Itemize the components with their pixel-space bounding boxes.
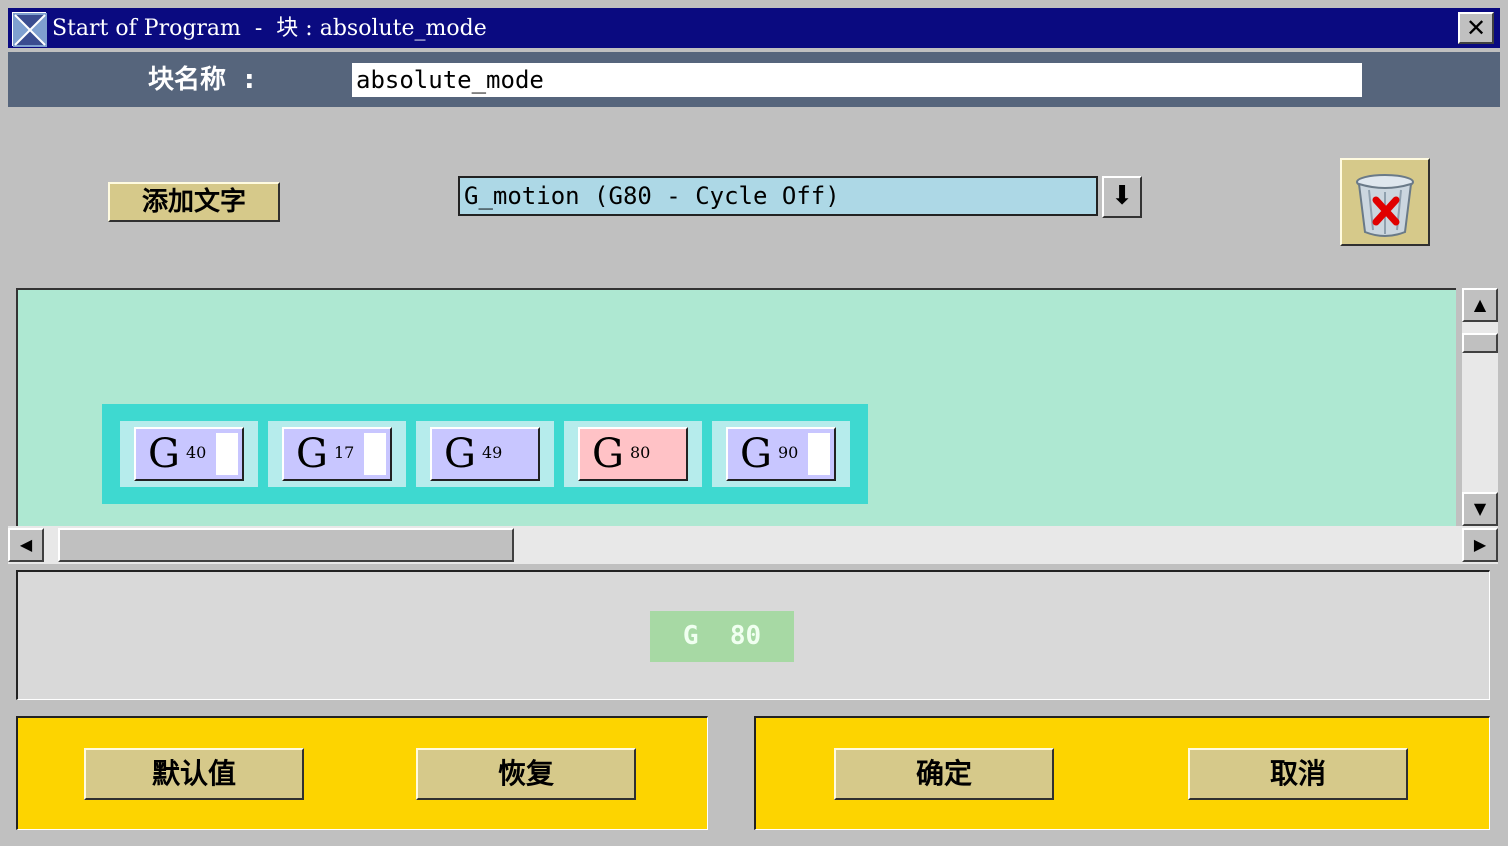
- dropdown-arrow-icon[interactable]: ⬇: [1102, 176, 1142, 218]
- word-value-box: [808, 433, 830, 475]
- block-name-input[interactable]: absolute_mode: [352, 63, 1362, 97]
- scroll-up-icon[interactable]: ▲: [1462, 288, 1498, 322]
- scroll-left-icon[interactable]: ◀: [8, 528, 44, 562]
- close-button[interactable]: ✕: [1458, 12, 1494, 44]
- block-name-label: 块名称 :: [148, 65, 255, 95]
- cancel-button[interactable]: 取消: [1188, 748, 1408, 800]
- word-number: 90: [778, 443, 799, 462]
- word-value-box: [216, 433, 238, 475]
- word-letter: G: [444, 431, 476, 477]
- word-number: 17: [334, 443, 355, 462]
- horizontal-scroll-thumb[interactable]: [58, 528, 514, 562]
- word-button-g90[interactable]: G 90: [726, 427, 836, 481]
- word-button-g49[interactable]: G 49: [430, 427, 540, 481]
- recycle-bin-delete-icon: [1356, 174, 1414, 237]
- word-letter: G: [296, 431, 328, 477]
- word-letter: G: [592, 431, 624, 477]
- restore-button[interactable]: 恢复: [416, 748, 636, 800]
- scroll-right-icon[interactable]: ▶: [1462, 528, 1498, 562]
- ok-button[interactable]: 确定: [834, 748, 1054, 800]
- default-button[interactable]: 默认值: [84, 748, 304, 800]
- word-number: 40: [186, 443, 207, 462]
- vertical-scrollbar[interactable]: [1462, 288, 1498, 526]
- delete-button[interactable]: [1340, 158, 1430, 246]
- scroll-down-icon[interactable]: ▼: [1462, 492, 1498, 526]
- add-text-button[interactable]: 添加文字: [108, 182, 280, 222]
- hourglass-icon: [13, 13, 47, 47]
- word-button-g17[interactable]: G 17: [282, 427, 392, 481]
- word-letter: G: [148, 431, 180, 477]
- word-button-g80[interactable]: G 80: [578, 427, 688, 481]
- vertical-scroll-thumb[interactable]: [1462, 333, 1498, 353]
- word-number: 49: [482, 443, 503, 462]
- word-button-g40[interactable]: G 40: [134, 427, 244, 481]
- window-title: Start of Program - 块 : absolute_mode: [52, 16, 487, 41]
- word-number: 80: [630, 443, 651, 462]
- word-select[interactable]: G_motion (G80 - Cycle Off): [458, 176, 1098, 216]
- app-icon: [12, 12, 47, 47]
- word-letter: G: [740, 431, 772, 477]
- preview-word-chip: G 80: [650, 611, 794, 662]
- word-value-box: [364, 433, 386, 475]
